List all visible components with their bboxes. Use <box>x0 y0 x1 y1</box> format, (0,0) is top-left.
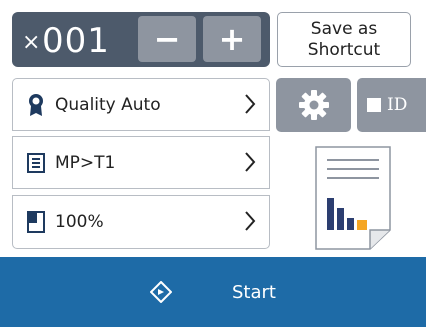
id-copy-button[interactable]: ID <box>357 78 426 132</box>
chevron-right-icon <box>245 94 256 114</box>
settings-button[interactable] <box>276 78 351 132</box>
increase-copies-button[interactable]: + <box>203 16 261 62</box>
chevron-right-icon <box>245 152 256 172</box>
save-as-shortcut-button[interactable]: Save as Shortcut <box>277 12 411 67</box>
decrease-copies-button[interactable]: − <box>138 16 196 62</box>
quality-setting-item[interactable]: Quality Auto <box>12 78 270 131</box>
quality-label: Quality Auto <box>55 94 161 115</box>
start-diamond-icon <box>150 281 172 303</box>
id-label: ID <box>387 95 408 115</box>
id-card-icon <box>367 98 381 112</box>
size-label: 100% <box>55 212 104 232</box>
tray-list-icon <box>25 151 47 175</box>
quality-ribbon-icon <box>25 93 47 117</box>
shortcut-label-line1: Save as <box>310 19 378 39</box>
chevron-right-icon <box>245 211 256 231</box>
start-button[interactable]: Start <box>0 257 426 327</box>
tray-label: MP>T1 <box>55 152 116 173</box>
document-preview-icon <box>315 146 391 250</box>
gear-icon <box>298 90 329 120</box>
tray-setting-item[interactable]: MP>T1 <box>12 136 270 189</box>
enlarge-reduce-icon <box>25 210 47 234</box>
copies-value[interactable]: 001 <box>42 16 110 66</box>
copies-multiplier: × <box>22 30 41 55</box>
start-label: Start <box>232 281 276 303</box>
shortcut-label-line2: Shortcut <box>307 40 381 60</box>
size-setting-item[interactable]: 100% <box>12 195 270 249</box>
